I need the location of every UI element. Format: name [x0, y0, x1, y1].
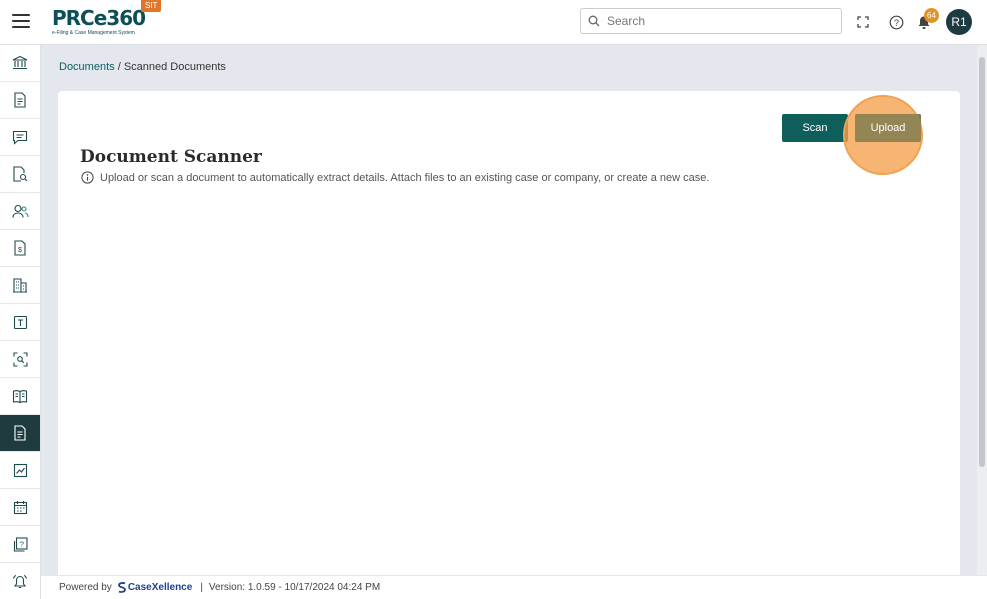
sidebar-item-templates[interactable] [0, 304, 40, 341]
fullscreen-icon[interactable] [854, 13, 872, 31]
book-icon [12, 389, 28, 403]
help-document-icon: ? [13, 536, 28, 552]
search-icon [588, 15, 600, 27]
version-text: Version: 1.0.59 - 10/17/2024 04:24 PM [208, 582, 381, 593]
chart-icon [13, 463, 27, 477]
notification-count-badge: 64 [924, 8, 939, 23]
scanned-document-icon [14, 425, 26, 441]
sidebar-item-bank[interactable] [0, 45, 40, 82]
sidebar: $ ? [0, 45, 41, 599]
search-box[interactable] [580, 8, 842, 34]
top-bar: PRCe360 e-Filing & Case Management Syste… [0, 0, 987, 45]
sidebar-item-alerts[interactable] [0, 563, 40, 599]
users-icon [11, 204, 29, 218]
bank-icon [12, 55, 28, 70]
svg-text:?: ? [893, 18, 898, 28]
menu-icon[interactable] [12, 14, 30, 30]
breadcrumb-separator: / [114, 61, 124, 73]
scan-button[interactable]: Scan [782, 114, 848, 142]
sidebar-item-users[interactable] [0, 193, 40, 230]
search-input[interactable] [607, 12, 832, 30]
sidebar-item-scanned-documents[interactable] [0, 415, 40, 452]
info-message: Upload or scan a document to automatical… [81, 171, 709, 184]
breadcrumb-documents-link[interactable]: Documents [59, 61, 115, 73]
chat-icon [12, 130, 28, 145]
calendar-icon [13, 500, 27, 514]
scan-icon [12, 351, 28, 367]
sidebar-item-document-search[interactable] [0, 156, 40, 193]
sidebar-item-calendar[interactable] [0, 489, 40, 526]
env-badge: SIT [141, 0, 162, 12]
logo-subtitle: e-Filing & Case Management System [52, 30, 135, 36]
sidebar-item-help[interactable]: ? [0, 526, 40, 563]
sidebar-item-messages[interactable] [0, 119, 40, 156]
casexellence-icon [117, 582, 126, 593]
sidebar-item-scan[interactable] [0, 341, 40, 378]
info-icon [81, 171, 94, 184]
casexellence-logo[interactable]: CaseXellence [117, 582, 193, 593]
sidebar-item-documents[interactable] [0, 82, 40, 119]
breadcrumb-current: Scanned Documents [123, 61, 226, 73]
sidebar-item-library[interactable] [0, 378, 40, 415]
document-icon [14, 92, 26, 108]
help-icon[interactable]: ? [887, 13, 905, 31]
alarm-icon [12, 574, 28, 588]
svg-text:$: $ [18, 247, 22, 254]
svg-text:?: ? [19, 539, 23, 548]
info-text: Upload or scan a document to automatical… [100, 171, 710, 184]
invoice-icon: $ [14, 240, 26, 256]
scrollbar[interactable] [977, 45, 987, 575]
document-scanner-card: Scan Upload Document Scanner Upload or s… [58, 91, 960, 581]
brand-name: CaseXellence [127, 582, 193, 593]
sidebar-item-invoices[interactable]: $ [0, 230, 40, 267]
footer-separator: | [200, 582, 203, 593]
building-icon [13, 278, 27, 293]
scrollbar-thumb[interactable] [979, 57, 985, 467]
footer: Powered by CaseXellence | Version: 1.0.5… [41, 575, 987, 599]
avatar[interactable]: R1 [946, 9, 972, 35]
powered-by-text: Powered by [59, 582, 112, 593]
upload-button[interactable] [855, 114, 921, 142]
sidebar-item-companies[interactable] [0, 267, 40, 304]
breadcrumb: Documents / Scanned Documents [59, 61, 226, 73]
page-title: Document Scanner [80, 147, 262, 167]
template-icon [13, 315, 27, 329]
sidebar-item-reports[interactable] [0, 452, 40, 489]
document-search-icon [13, 166, 28, 182]
